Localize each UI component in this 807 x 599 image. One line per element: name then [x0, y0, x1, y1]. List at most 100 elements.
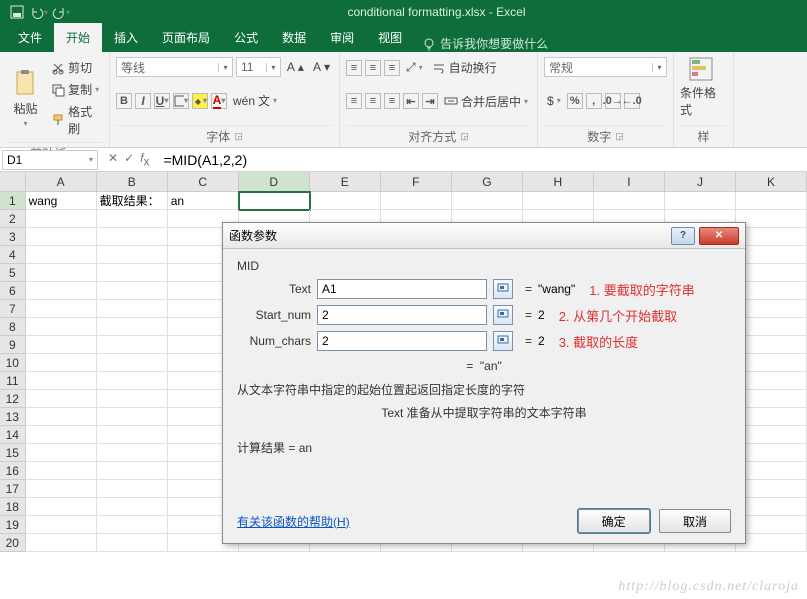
cell[interactable]: [97, 516, 168, 534]
row-header[interactable]: 2: [0, 210, 26, 228]
ref-select-icon[interactable]: [493, 305, 513, 325]
col-header[interactable]: J: [665, 172, 736, 191]
cell[interactable]: [26, 300, 97, 318]
cell[interactable]: [736, 390, 807, 408]
row-header[interactable]: 4: [0, 246, 26, 264]
orientation-icon[interactable]: ⤢▾: [403, 58, 426, 77]
conditional-format-button[interactable]: 条件格式: [680, 56, 722, 118]
cell[interactable]: [736, 498, 807, 516]
tab-data[interactable]: 数据: [270, 23, 318, 52]
align-center-icon[interactable]: ≡: [365, 93, 381, 109]
cell[interactable]: [736, 462, 807, 480]
row-header[interactable]: 20: [0, 534, 26, 552]
tell-me[interactable]: 告诉我你想要做什么: [414, 35, 556, 52]
cell[interactable]: [26, 408, 97, 426]
cell[interactable]: [97, 534, 168, 552]
number-format-combo[interactable]: 常规▾: [544, 57, 667, 77]
cell[interactable]: [97, 372, 168, 390]
align-bottom-icon[interactable]: ≡: [384, 60, 400, 76]
cell[interactable]: [381, 192, 452, 210]
startnum-input[interactable]: [317, 305, 487, 325]
cell[interactable]: [26, 246, 97, 264]
cell[interactable]: [736, 246, 807, 264]
cancel-button[interactable]: 取消: [659, 509, 731, 533]
cell[interactable]: [26, 264, 97, 282]
row-header[interactable]: 8: [0, 318, 26, 336]
tab-layout[interactable]: 页面布局: [150, 23, 222, 52]
percent-icon[interactable]: %: [567, 93, 583, 109]
font-size-combo[interactable]: 11▾: [236, 57, 281, 77]
numchars-input[interactable]: [317, 331, 487, 351]
cell[interactable]: [97, 426, 168, 444]
cell[interactable]: [97, 354, 168, 372]
redo-icon[interactable]: ▾: [52, 3, 70, 21]
cell[interactable]: [97, 336, 168, 354]
cell[interactable]: [736, 354, 807, 372]
decrease-decimal-icon[interactable]: ←.0: [624, 93, 640, 109]
cell[interactable]: [736, 282, 807, 300]
cell[interactable]: [594, 192, 665, 210]
cell[interactable]: [736, 480, 807, 498]
cell[interactable]: [97, 300, 168, 318]
wrap-text-button[interactable]: 自动换行: [429, 57, 500, 78]
cell[interactable]: [736, 444, 807, 462]
col-header[interactable]: F: [381, 172, 452, 191]
cell[interactable]: [26, 534, 97, 552]
cell[interactable]: [26, 282, 97, 300]
row-header[interactable]: 12: [0, 390, 26, 408]
select-all-corner[interactable]: [0, 172, 26, 191]
help-link[interactable]: 有关该函数的帮助(H): [237, 513, 350, 530]
comma-icon[interactable]: ,: [586, 93, 602, 109]
cell[interactable]: [736, 300, 807, 318]
col-header[interactable]: I: [594, 172, 665, 191]
align-top-icon[interactable]: ≡: [346, 60, 362, 76]
ref-select-icon[interactable]: [493, 331, 513, 351]
align-middle-icon[interactable]: ≡: [365, 60, 381, 76]
col-header[interactable]: E: [310, 172, 381, 191]
align-left-icon[interactable]: ≡: [346, 93, 362, 109]
cell[interactable]: [26, 318, 97, 336]
phonetic-button[interactable]: wén文▾: [230, 90, 280, 111]
underline-button[interactable]: U▾: [154, 93, 170, 109]
cell[interactable]: [736, 408, 807, 426]
cell[interactable]: [97, 480, 168, 498]
increase-font-icon[interactable]: A▴: [284, 58, 307, 76]
tab-formulas[interactable]: 公式: [222, 23, 270, 52]
italic-button[interactable]: I: [135, 93, 151, 109]
cell[interactable]: [736, 534, 807, 552]
enter-formula-icon[interactable]: ✓: [124, 151, 134, 168]
cell[interactable]: wang: [26, 192, 97, 210]
cell[interactable]: [736, 192, 807, 210]
col-header[interactable]: K: [736, 172, 807, 191]
fill-color-button[interactable]: ▾: [192, 93, 208, 109]
row-header[interactable]: 7: [0, 300, 26, 318]
col-header[interactable]: C: [168, 172, 239, 191]
align-dlg-icon[interactable]: ◲: [460, 131, 469, 142]
row-header[interactable]: 3: [0, 228, 26, 246]
col-header[interactable]: H: [523, 172, 594, 191]
tab-insert[interactable]: 插入: [102, 23, 150, 52]
cell[interactable]: [97, 246, 168, 264]
format-painter-button[interactable]: 格式刷: [48, 101, 103, 139]
cut-button[interactable]: 剪切: [48, 57, 103, 78]
currency-icon[interactable]: $▾: [544, 92, 564, 110]
cell[interactable]: [97, 408, 168, 426]
cell[interactable]: [736, 426, 807, 444]
cell[interactable]: [239, 192, 310, 210]
fx-icon[interactable]: fx: [140, 151, 149, 168]
col-header[interactable]: A: [26, 172, 97, 191]
font-color-button[interactable]: A▾: [211, 93, 227, 109]
cell[interactable]: [97, 210, 168, 228]
cell[interactable]: [26, 354, 97, 372]
cell[interactable]: [26, 444, 97, 462]
cell[interactable]: [310, 192, 381, 210]
indent-left-icon[interactable]: ⇤: [403, 93, 419, 109]
cell[interactable]: [26, 462, 97, 480]
row-header[interactable]: 13: [0, 408, 26, 426]
cell[interactable]: [26, 390, 97, 408]
cell[interactable]: 截取结果：: [97, 192, 168, 210]
close-button[interactable]: ✕: [699, 227, 739, 245]
cell[interactable]: [97, 498, 168, 516]
cell[interactable]: [97, 462, 168, 480]
tab-view[interactable]: 视图: [366, 23, 414, 52]
